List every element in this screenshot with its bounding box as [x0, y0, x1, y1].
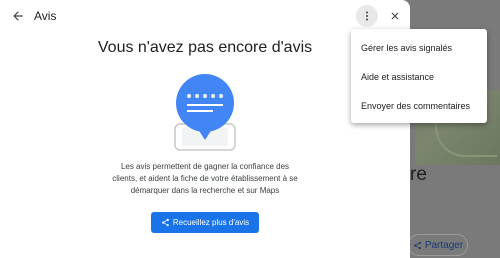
more-vert-icon [366, 11, 368, 21]
reviews-panel: Avis Vous n'avez pas encore d'avis Les a… [0, 0, 410, 258]
background-text-fragment: re [410, 164, 427, 185]
close-button[interactable] [384, 5, 406, 27]
review-speech-bubble-icon [174, 74, 236, 151]
collect-reviews-label: Recueillez plus d'avis [172, 218, 250, 227]
arrow-back-icon [13, 11, 23, 21]
back-button[interactable] [8, 6, 28, 26]
panel-header: Avis [0, 0, 410, 32]
background-share-label: Partager [424, 239, 464, 251]
panel-title: Avis [34, 9, 57, 23]
collect-reviews-button[interactable]: Recueillez plus d'avis [151, 212, 259, 233]
background-share-button: Partager [408, 234, 468, 256]
empty-state-heading: Vous n'avez pas encore d'avis [97, 39, 313, 56]
close-icon [391, 12, 399, 20]
share-icon [413, 241, 421, 249]
menu-item-help-support[interactable]: Aide et assistance [351, 62, 487, 91]
empty-state-description: Les avis permettent de gagner la confian… [112, 162, 298, 195]
menu-item-send-feedback[interactable]: Envoyer des commentaires [351, 91, 487, 120]
more-options-button[interactable] [356, 5, 378, 27]
menu-item-manage-flagged-reviews[interactable]: Gérer les avis signalés [351, 33, 487, 62]
share-icon [162, 218, 169, 227]
overflow-menu: Gérer les avis signalés Aide et assistan… [351, 29, 487, 123]
